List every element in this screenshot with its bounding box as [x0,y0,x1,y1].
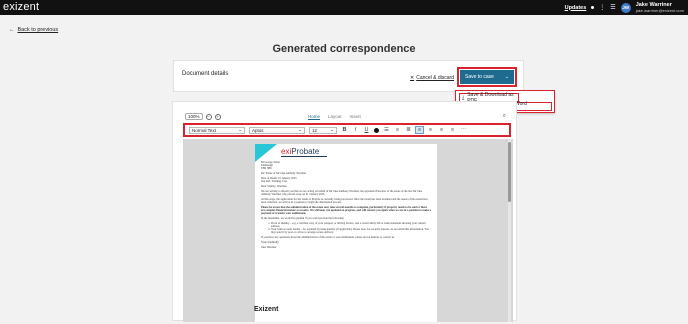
arrow-left-icon: ← [9,27,15,33]
save-to-case-button[interactable]: Save to case ⌄ [460,70,514,84]
signature: Jake Warriner [261,245,277,249]
document-canvas[interactable]: exiProbate 84 George Street Edinburgh EH… [183,139,513,322]
address: 84 George Street Edinburgh EH2 3BU [261,161,280,171]
back-to-previous-link[interactable]: ← Back to previous [9,27,58,33]
exizent-footer-logo: Exizent [254,306,279,313]
tab-layout[interactable]: Layout [328,114,342,120]
top-bar: exizent Updates ⋮ ☰ JW Jake Warriner jak… [0,0,688,15]
brand-triangle [255,144,277,162]
our-ref: Our Ref: Training Case [261,180,288,184]
document-details-label: Document details [182,71,229,77]
cancel-discard-button[interactable]: ✕ Cancel & discard [410,75,454,81]
menu-icon[interactable]: ☰ [610,4,615,11]
bullet-list-icon[interactable]: ☰ [383,127,390,133]
font-size-value: 12 [312,127,318,133]
letter-body: 84 George Street Edinburgh EH2 3BU Re: E… [261,161,431,251]
italic-button[interactable]: I [352,127,359,133]
font-size-select[interactable]: 12 ⌄ [309,126,337,134]
more-options-icon[interactable]: ⋯ [460,127,467,133]
zoom-out-icon[interactable]: − [205,113,212,120]
numbered-list-icon[interactable]: ≡ [394,127,401,133]
paragraph: If you have any questions about the admi… [261,236,395,240]
formatting-toolbar: Normal Text ⌄ Aptos ⌄ 12 ⌄ B I U ☰ ≡ ≣ ≡ ≡ … [183,123,511,137]
tab-insert[interactable]: Insert [350,114,361,120]
zoom-in-icon[interactable]: + [214,113,221,120]
style-select-value: Normal Text [192,127,216,133]
closing: Yours faithfully, [261,241,280,244]
editor-tabs: Home Layout Insert [308,114,361,120]
exiprobate-logo: exiProbate [281,147,320,156]
re-line: Re: Estate of Mr Jake Anthony Warriner [261,172,307,176]
editor-view-controls: 100% − + [185,113,221,120]
exizent-logo[interactable]: exizent [3,1,39,13]
apps-icon[interactable]: ⋮ [599,4,605,11]
text-color-icon[interactable] [374,127,379,133]
justify-icon[interactable]: ≡ [449,127,456,133]
salutation: Dear Stanley, Warriner, [261,185,288,188]
chevron-down-icon: ⌄ [298,127,302,132]
close-icon: ✕ [410,75,415,81]
font-select[interactable]: Aptos ⌄ [249,126,305,134]
align-right-icon[interactable]: ≡ [438,127,445,133]
paragraph: Please be aware that the administration … [261,205,431,216]
paragraph: In the meantime, we would be grateful if… [261,217,345,220]
search-icon[interactable]: ⌕ [503,113,506,120]
document-editor: 100% − + Home Layout Insert ⌕ Normal Tex… [172,101,517,322]
chevron-down-icon: ⌄ [504,74,509,80]
chevron-down-icon: ⌄ [330,127,334,132]
style-select[interactable]: Normal Text ⌄ [189,126,245,134]
notification-dot-icon [591,6,595,9]
save-to-case-highlight: Save to case ⌄ [457,67,517,87]
document-page[interactable]: exiProbate 84 George Street Edinburgh EH… [255,144,437,322]
list-item: Your bank account details – for payment … [271,228,431,234]
align-center-icon[interactable]: ≡ [427,127,434,133]
zoom-select[interactable]: 100% [185,113,203,120]
indent-list-icon[interactable]: ≣ [405,127,412,133]
document-details-card: Document details ✕ Cancel & discard Save… [173,60,524,92]
align-left-icon[interactable]: ≡ [415,126,424,134]
user-info[interactable]: Jake Warriner jake.warriner@exizent.com [636,2,684,14]
updates-link[interactable]: Updates [565,5,587,11]
cancel-label: Cancel & discard [416,75,454,81]
scrollbar[interactable] [508,139,511,322]
top-right-controls: Updates ⋮ ☰ JW Jake Warriner jake.warrin… [565,0,684,15]
underline-button[interactable]: U [363,127,370,133]
user-email: jake.warriner@exizent.com [635,7,684,13]
bold-button[interactable]: B [341,127,348,133]
page-title: Generated correspondence [272,43,416,55]
tab-home[interactable]: Home [308,114,321,120]
paragraph: At this stage, the application for the G… [261,197,428,204]
save-label: Save to case [465,74,494,80]
download-icon: ⤓ [462,94,465,101]
paragraph: We are writing to inform you that we are… [261,189,423,196]
logo-underline [281,156,327,157]
back-label: Back to previous [17,27,59,33]
avatar[interactable]: JW [620,2,631,13]
request-list: Proof of identity – e.g. a certified cop… [271,222,431,235]
font-select-value: Aptos [252,127,264,133]
scrollbar-thumb[interactable] [508,142,511,202]
chevron-down-icon: ⌄ [238,127,242,132]
